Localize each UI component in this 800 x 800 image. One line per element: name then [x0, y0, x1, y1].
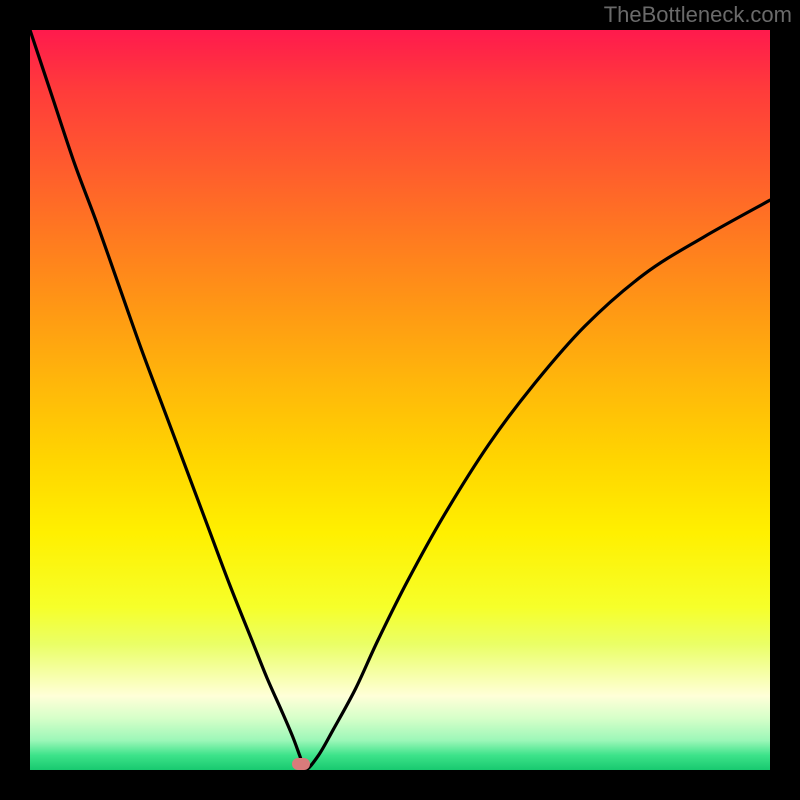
watermark-text: TheBottleneck.com: [604, 2, 792, 28]
minimum-marker: [292, 758, 310, 770]
chart-container: TheBottleneck.com: [0, 0, 800, 800]
plot-area: [30, 30, 770, 770]
bottleneck-curve: [30, 30, 770, 770]
